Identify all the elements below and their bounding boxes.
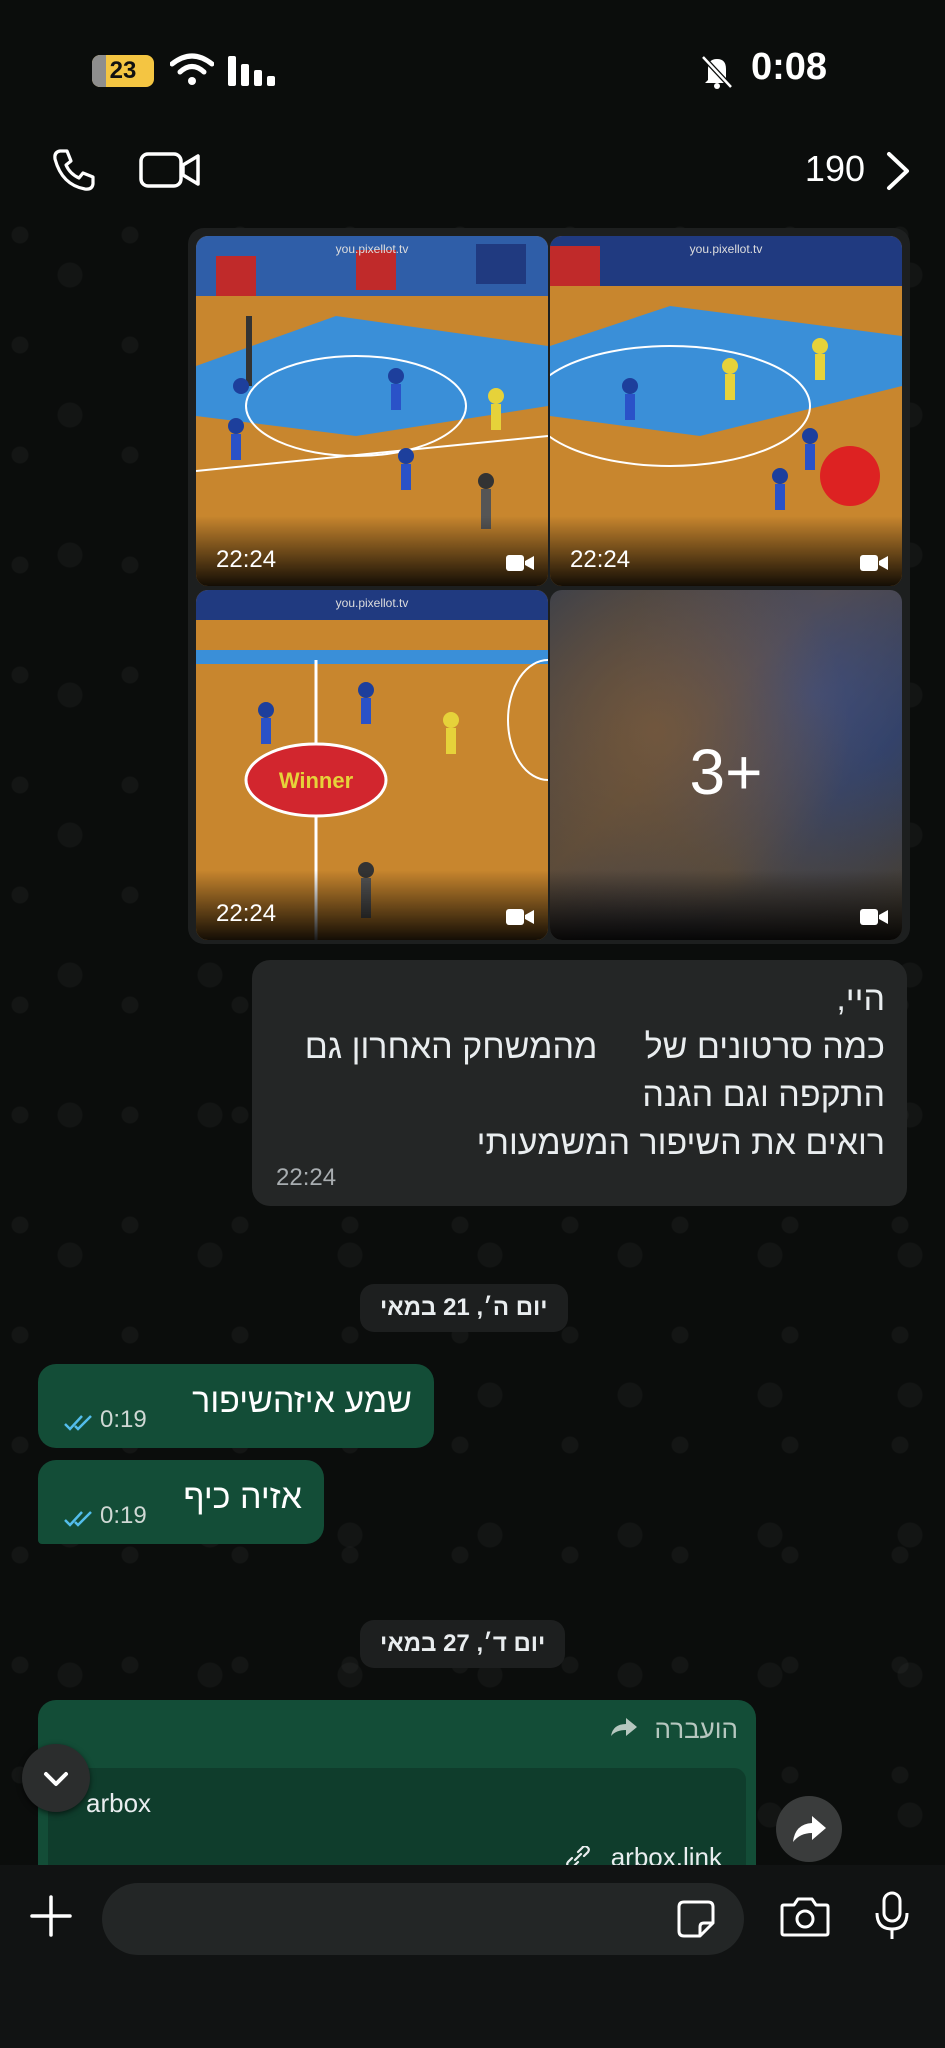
forwarded-message-bubble[interactable]: הועברה arbox arbox.link <box>38 1700 756 1878</box>
microphone-icon[interactable] <box>874 1891 910 1941</box>
video-camera-icon <box>506 555 534 571</box>
read-receipt-icon <box>64 1415 92 1431</box>
message-line: התקפה וגם הגנה <box>642 1076 885 1114</box>
scroll-to-bottom-button[interactable] <box>22 1744 90 1812</box>
video-call-icon[interactable] <box>138 148 202 192</box>
voice-call-icon[interactable] <box>48 145 98 195</box>
incoming-message-bubble[interactable]: היי, כמה סרטונים של מהמשחק האחרון גם התק… <box>252 960 907 1206</box>
chat-header: 190 <box>0 140 945 215</box>
sticker-icon[interactable] <box>676 1899 716 1939</box>
link-preview-title: arbox <box>86 1788 152 1818</box>
silent-bell-icon <box>701 55 733 89</box>
link-preview-card[interactable]: arbox arbox.link <box>48 1768 746 1878</box>
message-input[interactable] <box>102 1883 744 1955</box>
battery-indicator: 23 <box>92 55 154 87</box>
date-separator: יום ה׳, 21 במאי <box>360 1284 568 1332</box>
date-separator: יום ד׳, 27 במאי <box>360 1620 566 1668</box>
video-time: 22:24 <box>216 546 277 573</box>
video-time: 22:24 <box>570 546 631 573</box>
wifi-icon <box>170 53 214 85</box>
message-line: רואים את השיפור המשמעותי <box>476 1124 885 1162</box>
more-count-label: 3+ <box>689 736 763 808</box>
attach-plus-icon[interactable] <box>30 1895 72 1937</box>
status-bar: 23 0:08 <box>0 0 945 140</box>
forward-share-button[interactable] <box>776 1796 842 1862</box>
message-line: כמה סרטונים של מהמשחק האחרון גם <box>304 1028 885 1066</box>
message-text: אזיה כיף <box>183 1478 302 1516</box>
video-camera-icon <box>506 909 534 925</box>
video-source: you.pixellot.tv <box>335 596 409 610</box>
share-arrow-icon <box>793 1816 826 1842</box>
message-composer-bar <box>0 1865 945 2048</box>
more-videos-tile[interactable]: 3+ <box>550 590 902 940</box>
video-thumbnail[interactable]: Winner you.pixellot.tv 22:24 <box>196 590 548 940</box>
forwarded-label: הועברה <box>654 1714 738 1744</box>
message-time: 0:19 <box>100 1406 147 1433</box>
message-time: 0:19 <box>100 1502 147 1529</box>
battery-level-text: 23 <box>109 57 137 84</box>
outgoing-message-bubble[interactable]: אזיה כיף 0:19 <box>38 1460 324 1544</box>
message-text: שמע איזהשיפור <box>192 1382 412 1420</box>
signal-strength-icon <box>228 56 275 86</box>
outgoing-message-bubble[interactable]: שמע איזהשיפור 0:19 <box>38 1364 434 1448</box>
court-logo-text: Winner <box>279 768 354 793</box>
read-receipt-icon <box>64 1511 92 1527</box>
video-thumbnail[interactable]: you.pixellot.tv 22:24 <box>196 236 548 586</box>
camera-icon[interactable] <box>780 1895 830 1937</box>
forwarded-icon <box>611 1718 637 1736</box>
header-unread-count[interactable]: 190 <box>805 148 865 190</box>
status-time: 0:08 <box>750 46 827 88</box>
video-thumbnail[interactable]: you.pixellot.tv 22:24 <box>550 236 902 586</box>
message-time: 22:24 <box>276 1164 337 1191</box>
video-source: you.pixellot.tv <box>335 242 409 256</box>
message-line: היי, <box>836 980 885 1018</box>
video-camera-icon <box>860 555 888 571</box>
chevron-right-icon[interactable] <box>883 146 913 196</box>
video-time: 22:24 <box>216 900 277 927</box>
video-camera-icon <box>860 909 888 925</box>
video-source: you.pixellot.tv <box>689 242 763 256</box>
media-album-bubble: you.pixellot.tv 22:24 you.pixellot.tv 22… <box>188 228 910 944</box>
chevron-down-icon <box>44 1772 68 1786</box>
